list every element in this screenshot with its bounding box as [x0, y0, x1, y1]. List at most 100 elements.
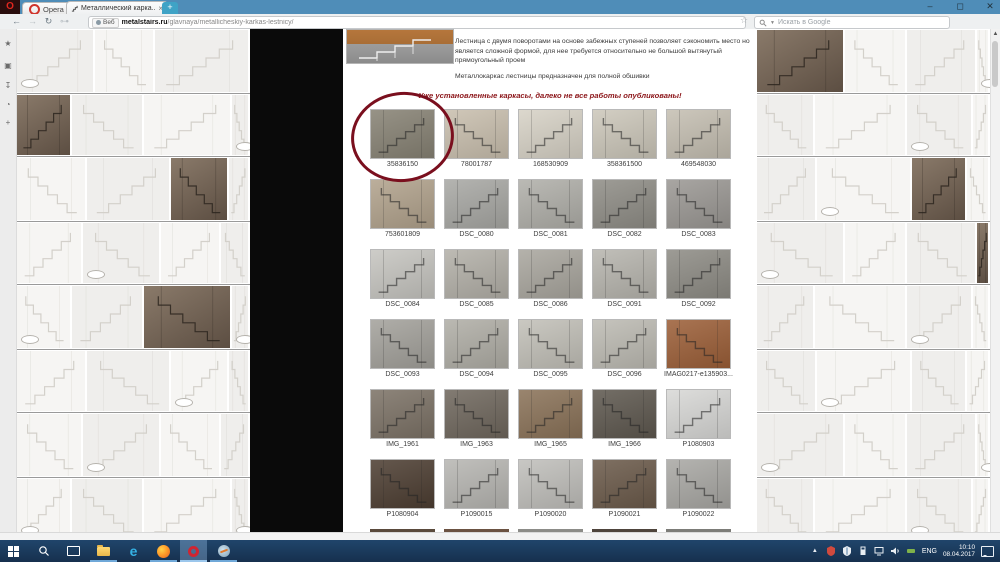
opera-menu-label: Opera — [43, 4, 64, 14]
maximize-button[interactable]: ◻ — [950, 0, 970, 14]
watermark-stamp — [911, 142, 929, 151]
gallery-photo-caption: 753601809 — [384, 231, 421, 238]
turbo-icon[interactable]: ⊶ — [58, 15, 71, 28]
taskbar-file-explorer-app[interactable] — [90, 540, 117, 562]
close-button[interactable]: ✕ — [980, 0, 1000, 14]
gallery-photo-caption: DSC_0093 — [385, 371, 420, 378]
background-collage-photo — [973, 286, 988, 348]
gallery-photo-thumbnail[interactable] — [518, 459, 583, 509]
gallery-photo-thumbnail[interactable] — [370, 249, 435, 299]
language-indicator[interactable]: ENG — [922, 548, 937, 555]
background-collage-photo — [17, 95, 70, 155]
search-icon — [759, 19, 767, 27]
background-collage-photo — [72, 286, 142, 348]
background-collage-photo — [907, 223, 975, 283]
opera-logo-icon — [29, 3, 40, 15]
gallery-photo-thumbnail[interactable] — [666, 179, 731, 229]
page-scrollbar[interactable] — [990, 29, 1000, 532]
taskbar-opera-app[interactable] — [180, 540, 207, 562]
page-left-black-column — [250, 29, 343, 532]
gallery-photo-thumbnail[interactable] — [592, 459, 657, 509]
background-collage-photo — [757, 30, 843, 92]
background-collage-photo — [967, 351, 988, 411]
gallery-photo-thumbnail[interactable] — [444, 179, 509, 229]
gallery-photo-thumbnail[interactable] — [518, 249, 583, 299]
gallery-photo-thumbnail[interactable] — [444, 389, 509, 439]
add-icon[interactable]: + — [3, 118, 13, 128]
background-collage-photo — [757, 351, 815, 411]
web-badge-icon — [96, 20, 101, 25]
gallery-photo-thumbnail[interactable] — [370, 319, 435, 369]
history-icon[interactable]: ◔ — [3, 100, 13, 110]
gallery-photo-caption: P1090022 — [682, 511, 715, 518]
taskbar-edge-app[interactable]: e — [120, 540, 147, 562]
taskbar-search-button[interactable] — [30, 540, 57, 562]
url-text: metalstairs.ru/glavnaya/metallicheskiy-k… — [122, 19, 294, 26]
gallery-photo-thumbnail[interactable] — [444, 319, 509, 369]
address-bar[interactable]: Веб metalstairs.ru/glavnaya/metallichesk… — [88, 16, 746, 29]
gallery-photo-thumbnail[interactable] — [592, 389, 657, 439]
antivirus-icon[interactable] — [826, 546, 836, 556]
background-collage-photo — [815, 286, 905, 348]
forward-button[interactable]: → — [26, 15, 39, 28]
gallery-photo-thumbnail[interactable] — [666, 319, 731, 369]
gallery-photo-thumbnail[interactable] — [592, 109, 657, 159]
defender-shield-icon[interactable] — [842, 546, 852, 556]
gallery-photo-thumbnail[interactable] — [370, 459, 435, 509]
scroll-up-icon[interactable]: ▲ — [991, 30, 1000, 39]
site-security-badge[interactable]: Веб — [92, 17, 119, 28]
taskbar-sputnik-app[interactable] — [210, 540, 237, 562]
background-collage-left — [17, 29, 250, 532]
gallery-photo-thumbnail[interactable] — [666, 459, 731, 509]
bookmark-star-icon[interactable]: ☆ — [740, 15, 748, 26]
gallery-photo-thumbnail[interactable] — [666, 109, 731, 159]
background-collage-photo — [72, 95, 142, 155]
gallery-photo-thumbnail[interactable] — [666, 389, 731, 439]
downloads-icon[interactable]: ↧ — [3, 81, 13, 91]
red-annotation-circle — [345, 86, 460, 188]
new-tab-button[interactable]: + — [162, 2, 178, 14]
browser-tab[interactable]: Металлический карка... × — [66, 1, 168, 15]
background-collage-photo — [973, 479, 988, 532]
connection-icon[interactable] — [906, 546, 916, 556]
gallery-photo-thumbnail[interactable] — [518, 319, 583, 369]
volume-icon[interactable] — [890, 546, 900, 556]
bookmarks-icon[interactable]: ★ — [3, 39, 13, 49]
search-engine-caret-icon[interactable]: ▼ — [770, 20, 775, 26]
scrollbar-thumb[interactable] — [992, 41, 998, 87]
gallery-photo-caption: DSC_0092 — [681, 301, 716, 308]
background-collage-photo — [907, 286, 971, 348]
taskbar-clock[interactable]: 10:10 08.04.2017 — [943, 544, 975, 559]
network-display-icon[interactable] — [874, 546, 884, 556]
gallery-photo-thumbnail[interactable] — [518, 109, 583, 159]
gallery-photo-caption: P1080904 — [386, 511, 419, 518]
intro-paragraph: Лестница с двумя поворотами на основе за… — [455, 38, 750, 65]
gallery-photo-thumbnail[interactable] — [592, 179, 657, 229]
speed-dial-icon[interactable]: ▣ — [3, 61, 13, 71]
gallery-photo-thumbnail[interactable] — [592, 249, 657, 299]
back-button[interactable]: ← — [10, 15, 23, 28]
taskbar-task-view-button[interactable] — [60, 540, 87, 562]
hidden-icons-chevron[interactable]: ▲ — [810, 546, 820, 556]
search-box[interactable]: ▼ Искать в Google — [754, 16, 950, 29]
watermark-stamp — [236, 142, 250, 151]
background-collage-photo — [171, 351, 227, 411]
gallery-photo-thumbnail[interactable] — [666, 249, 731, 299]
gallery-photo-thumbnail[interactable] — [370, 179, 435, 229]
background-collage-photo — [977, 414, 990, 476]
gallery-photo-thumbnail[interactable] — [370, 389, 435, 439]
taskbar-start-button[interactable] — [0, 540, 27, 562]
action-center-icon[interactable] — [981, 545, 994, 557]
background-collage-photo — [155, 30, 248, 92]
gallery-photo-caption: 469548030 — [680, 161, 717, 168]
reload-button[interactable]: ↻ — [42, 15, 55, 28]
gallery-photo-thumbnail[interactable] — [444, 249, 509, 299]
minimize-button[interactable]: – — [920, 0, 940, 14]
usb-device-icon[interactable] — [858, 546, 868, 556]
gallery-photo-thumbnail[interactable] — [444, 459, 509, 509]
gallery-photo-thumbnail[interactable] — [518, 179, 583, 229]
taskbar-firefox-app[interactable] — [150, 540, 177, 562]
gallery-photo-thumbnail[interactable] — [592, 319, 657, 369]
gallery-photo-thumbnail[interactable] — [518, 389, 583, 439]
second-paragraph: Металлокаркас лестницы предназначен для … — [455, 73, 650, 80]
